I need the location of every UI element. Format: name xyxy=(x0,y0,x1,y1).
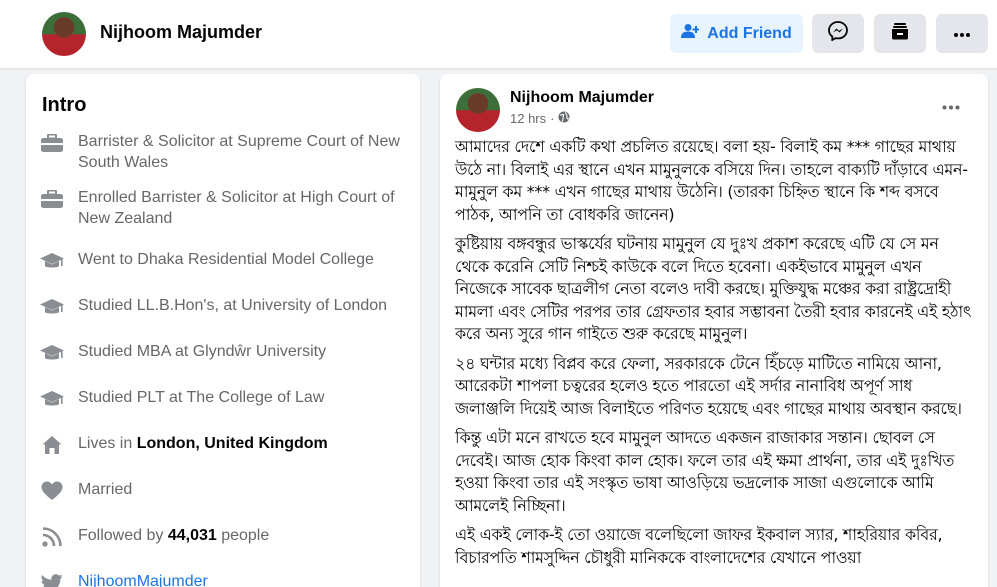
intro-title: Intro xyxy=(42,94,87,116)
intro-item-education-3: Studied MBA at Glyndŵr University xyxy=(40,341,410,365)
intro-item-label: Barrister & Solicitor at Supreme Court o… xyxy=(78,133,400,171)
intro-item-work-2: Enrolled Barrister & Solicitor at High C… xyxy=(40,187,410,229)
intro-item-lives-in: Lives in London, United Kingdom xyxy=(40,433,410,457)
post-paragraph: আমাদের দেশে একটি কথা প্রচলিত রয়েছে। বলা… xyxy=(455,137,968,224)
more-options-button[interactable] xyxy=(936,14,988,53)
intro-item-twitter: NijhoomMajumder xyxy=(40,571,410,587)
lives-in-location[interactable]: London, United Kingdom xyxy=(137,435,328,452)
briefcase-icon xyxy=(40,187,64,211)
intro-item-work-1: Barrister & Solicitor at Supreme Court o… xyxy=(40,131,410,173)
message-button[interactable] xyxy=(812,14,864,53)
intro-item-education-4: Studied PLT at The College of Law xyxy=(40,387,410,411)
intro-item-relationship: Married xyxy=(40,479,410,503)
home-icon xyxy=(40,433,64,457)
intro-item-label: Studied MBA at Glyndŵr University xyxy=(78,343,327,360)
intro-item-label: Studied LL.B.Hon's, at University of Lon… xyxy=(78,297,388,314)
profile-name[interactable]: Nijhoom Majumder xyxy=(100,22,262,43)
avatar[interactable] xyxy=(456,88,500,132)
intro-item-label: Married xyxy=(78,481,133,498)
intro-item-prefix: Lives in xyxy=(78,435,137,452)
follower-count[interactable]: 44,031 xyxy=(168,527,217,544)
post-card: Nijhoom Majumder 12 hrs · আমাদের দেশে এক… xyxy=(440,74,988,587)
add-friend-button[interactable]: Add Friend xyxy=(670,14,803,53)
messenger-icon xyxy=(828,21,848,46)
graduation-cap-icon xyxy=(40,387,64,411)
briefcase-icon xyxy=(40,131,64,155)
twitter-handle-link[interactable]: NijhoomMajumder xyxy=(78,571,208,587)
intro-card: Intro Barrister & Solicitor at Supreme C… xyxy=(26,74,420,587)
intro-item-label: Studied PLT at The College of Law xyxy=(78,389,325,406)
intro-item-label: Went to Dhaka Residential Model College xyxy=(78,251,374,268)
add-friend-label: Add Friend xyxy=(707,24,792,42)
inbox-icon xyxy=(891,22,909,45)
post-paragraph: ২৪ ঘন্টার মধ্যে বিপ্লব করে ফেলা, সরকারকে… xyxy=(455,353,962,418)
post-timestamp[interactable]: 12 hrs xyxy=(510,111,546,126)
post-text: আমাদের দেশে একটি কথা প্রচলিত রয়েছে। বলা… xyxy=(455,136,975,576)
profile-header: Nijhoom Majumder Add Friend xyxy=(0,0,997,68)
intro-item-suffix: people xyxy=(216,527,270,544)
heart-icon xyxy=(40,479,64,503)
post-author[interactable]: Nijhoom Majumder xyxy=(510,89,654,107)
follow-button[interactable] xyxy=(874,14,926,53)
ellipsis-icon xyxy=(942,97,960,115)
intro-item-label: Enrolled Barrister & Solicitor at High C… xyxy=(78,189,395,227)
graduation-cap-icon xyxy=(40,249,64,273)
intro-item-education-2: Studied LL.B.Hon's, at University of Lon… xyxy=(40,295,410,319)
post-paragraph: কুষ্টিয়ায় বঙ্গবন্ধুর ভাস্কর্যের ঘটনায়… xyxy=(455,234,972,343)
intro-item-prefix: Followed by xyxy=(78,527,168,544)
twitter-icon xyxy=(40,571,64,587)
graduation-cap-icon xyxy=(40,341,64,365)
post-paragraph: এই একই লোক-ই তো ওয়াজে বলেছিলো জাফর ইকবা… xyxy=(455,525,943,567)
intro-item-followers: Followed by 44,031 people xyxy=(40,525,410,549)
intro-item-education-1: Went to Dhaka Residential Model College xyxy=(40,249,410,273)
globe-icon xyxy=(558,111,570,126)
post-paragraph: কিন্তু এটা মনে রাখতে হবে মামুনুল আদতে এক… xyxy=(455,428,955,515)
rss-icon xyxy=(40,525,64,549)
ellipsis-icon xyxy=(953,25,971,43)
avatar[interactable] xyxy=(42,12,86,56)
post-meta: 12 hrs · xyxy=(510,111,570,126)
post-options-button[interactable] xyxy=(938,96,964,116)
add-person-icon xyxy=(681,23,700,44)
meta-separator: · xyxy=(550,111,555,126)
graduation-cap-icon xyxy=(40,295,64,319)
